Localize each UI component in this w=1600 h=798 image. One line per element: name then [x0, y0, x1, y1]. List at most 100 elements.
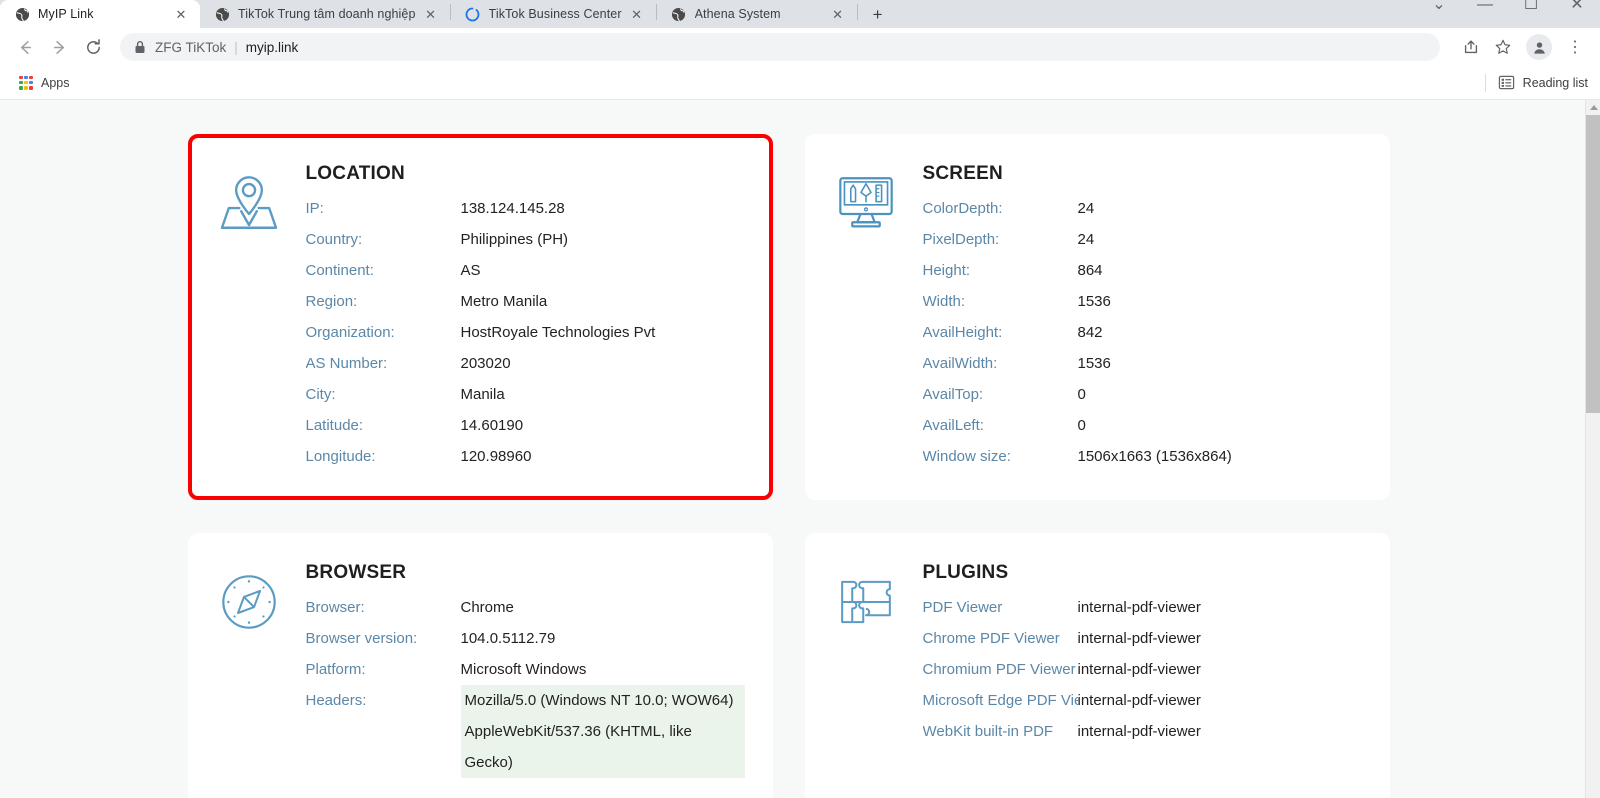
row-value: 0	[1077, 385, 1086, 403]
row-key: Continent:	[305, 261, 374, 279]
chrome-menu-icon[interactable]: ⋮	[1560, 32, 1590, 62]
info-row: AvailHeight: 842	[923, 317, 1362, 348]
maximize-button[interactable]: ☐	[1508, 0, 1554, 14]
toolbar-actions: ⋮	[1454, 32, 1590, 62]
close-window-button[interactable]: ✕	[1554, 0, 1600, 14]
browser-tab-3[interactable]: Athena System ✕	[657, 0, 857, 28]
info-row: AS Number: 203020	[306, 348, 745, 379]
scrollbar-thumb[interactable]	[1586, 115, 1600, 413]
row-key: Chromium PDF Viewer	[922, 660, 1076, 678]
star-icon[interactable]	[1488, 32, 1518, 62]
card-rows: ColorDepth: 24 PixelDepth: 24 Height: 864 W…	[923, 193, 1362, 472]
reading-list-label: Reading list	[1522, 75, 1588, 90]
info-row: City: Manila	[306, 379, 745, 410]
forward-button[interactable]	[44, 32, 74, 62]
row-key: PixelDepth:	[922, 230, 1000, 248]
tab-title: MyIP Link	[38, 7, 94, 21]
row-key: Latitude:	[305, 416, 364, 434]
row-value: 14.60190	[460, 416, 524, 434]
row-value-headers: Mozilla/5.0 (Windows NT 10.0; WOW64) App…	[460, 684, 745, 778]
globe-icon	[214, 6, 230, 22]
row-value: internal-pdf-viewer	[1077, 629, 1201, 647]
info-row: Latitude: 14.60190	[306, 410, 745, 441]
apps-grid-icon	[19, 75, 33, 90]
info-row: Platform: Microsoft Windows	[306, 654, 745, 685]
globe-icon	[671, 6, 687, 22]
minimize-button[interactable]: —	[1462, 0, 1508, 14]
row-value: 138.124.145.28	[460, 199, 565, 217]
share-icon[interactable]	[1456, 32, 1486, 62]
card-title: LOCATION	[305, 163, 405, 184]
page-scrollbar[interactable]	[1585, 100, 1600, 798]
info-row: Microsoft Edge PDF Viewerinternal-pdf-vi…	[923, 685, 1362, 716]
card-screen: SCREEN ColorDepth: 24 PixelDepth: 24 Heigh…	[804, 134, 1390, 500]
info-row: Continent: AS	[306, 255, 745, 286]
info-row: PDF Viewer internal-pdf-viewer	[923, 592, 1362, 623]
card-plugins: PLUGINS PDF Viewer internal-pdf-viewer Ch…	[804, 532, 1390, 798]
map-pin-icon	[216, 164, 296, 236]
bookmark-apps-label: Apps	[41, 75, 70, 90]
card-title: SCREEN	[922, 163, 1003, 184]
row-value: 203020	[460, 354, 511, 372]
chevron-down-icon[interactable]: ⌄	[1416, 0, 1462, 14]
row-value: Metro Manila	[460, 292, 548, 310]
info-row: Country: Philippines (PH)	[306, 224, 745, 255]
row-key: Browser:	[305, 598, 365, 616]
reading-list-button[interactable]: Reading list	[1484, 73, 1588, 92]
info-row: AvailTop: 0	[923, 379, 1362, 410]
back-button[interactable]	[10, 32, 40, 62]
row-value: 24	[1077, 230, 1095, 248]
row-value: 1506x1663 (1536x864)	[1077, 447, 1232, 465]
page-viewport: LOCATION IP: 138.124.145.28 Country: Phili…	[0, 100, 1600, 798]
row-key: Browser version:	[305, 629, 418, 647]
row-key: Platform:	[305, 660, 366, 678]
browser-tab-0[interactable]: MyIP Link ✕	[0, 0, 200, 28]
row-key: WebKit built-in PDF	[922, 722, 1054, 740]
address-bar[interactable]: ZFG TiKTok | myip.link	[120, 33, 1440, 61]
row-key: AvailWidth:	[922, 354, 998, 372]
row-key: Window size:	[922, 447, 1011, 465]
row-value: 864	[1077, 261, 1103, 279]
info-row: Height: 864	[923, 255, 1362, 286]
info-row: Window size: 1506x1663 (1536x864)	[923, 441, 1362, 472]
info-row: Browser version: 104.0.5112.79	[306, 623, 745, 654]
row-key: AS Number:	[305, 354, 388, 372]
bookmark-apps[interactable]: Apps	[12, 73, 77, 93]
row-key: PDF Viewer	[922, 598, 1003, 616]
tab-close-icon[interactable]: ✕	[829, 5, 847, 23]
row-key: AvailHeight:	[922, 323, 1003, 341]
new-tab-button[interactable]: +	[864, 0, 892, 28]
info-row: Region: Metro Manila	[306, 286, 745, 317]
reload-button[interactable]	[78, 32, 108, 62]
row-value: Philippines (PH)	[460, 230, 569, 248]
tab-close-icon[interactable]: ✕	[172, 5, 190, 23]
card-title: PLUGINS	[922, 561, 1009, 583]
loading-spinner-icon	[465, 6, 481, 22]
card-rows: Browser: Chrome Browser version: 104.0.511…	[306, 592, 745, 778]
card-rows: PDF Viewer internal-pdf-viewer Chrome PDF…	[923, 592, 1362, 747]
card-body: SCREEN ColorDepth: 24 PixelDepth: 24 Heigh…	[913, 163, 1362, 472]
toolbar-divider	[1484, 73, 1486, 92]
tab-close-icon[interactable]: ✕	[422, 5, 440, 23]
info-row: AvailWidth: 1536	[923, 348, 1362, 379]
window-controls: ⌄ — ☐ ✕	[1416, 0, 1600, 14]
scroll-up-arrow-icon[interactable]	[1586, 100, 1600, 115]
row-value: internal-pdf-viewer	[1077, 722, 1201, 740]
row-key: Headers:	[305, 691, 367, 709]
row-key: Region:	[305, 292, 358, 310]
info-row: Chrome PDF Viewer internal-pdf-viewer	[923, 623, 1362, 654]
tab-close-icon[interactable]: ✕	[628, 5, 646, 23]
profile-avatar-icon[interactable]	[1526, 34, 1552, 60]
browser-tab-1[interactable]: TikTok Trung tâm doanh nghiệp ✕	[200, 0, 450, 28]
lock-icon	[134, 40, 146, 54]
reading-list-icon	[1498, 74, 1515, 91]
globe-icon	[14, 6, 30, 22]
row-value: Manila	[460, 385, 505, 403]
tab-strip: MyIP Link ✕ TikTok Trung tâm doanh nghiệ…	[0, 0, 1600, 28]
browser-tab-2[interactable]: TikTok Business Center ✕	[451, 0, 656, 28]
info-row: Chromium PDF Viewer internal-pdf-viewer	[923, 654, 1362, 685]
row-value: internal-pdf-viewer	[1077, 598, 1201, 616]
tab-title: TikTok Business Center	[488, 7, 622, 21]
row-value: 0	[1077, 416, 1086, 434]
scrollbar-track[interactable]	[1586, 115, 1600, 798]
